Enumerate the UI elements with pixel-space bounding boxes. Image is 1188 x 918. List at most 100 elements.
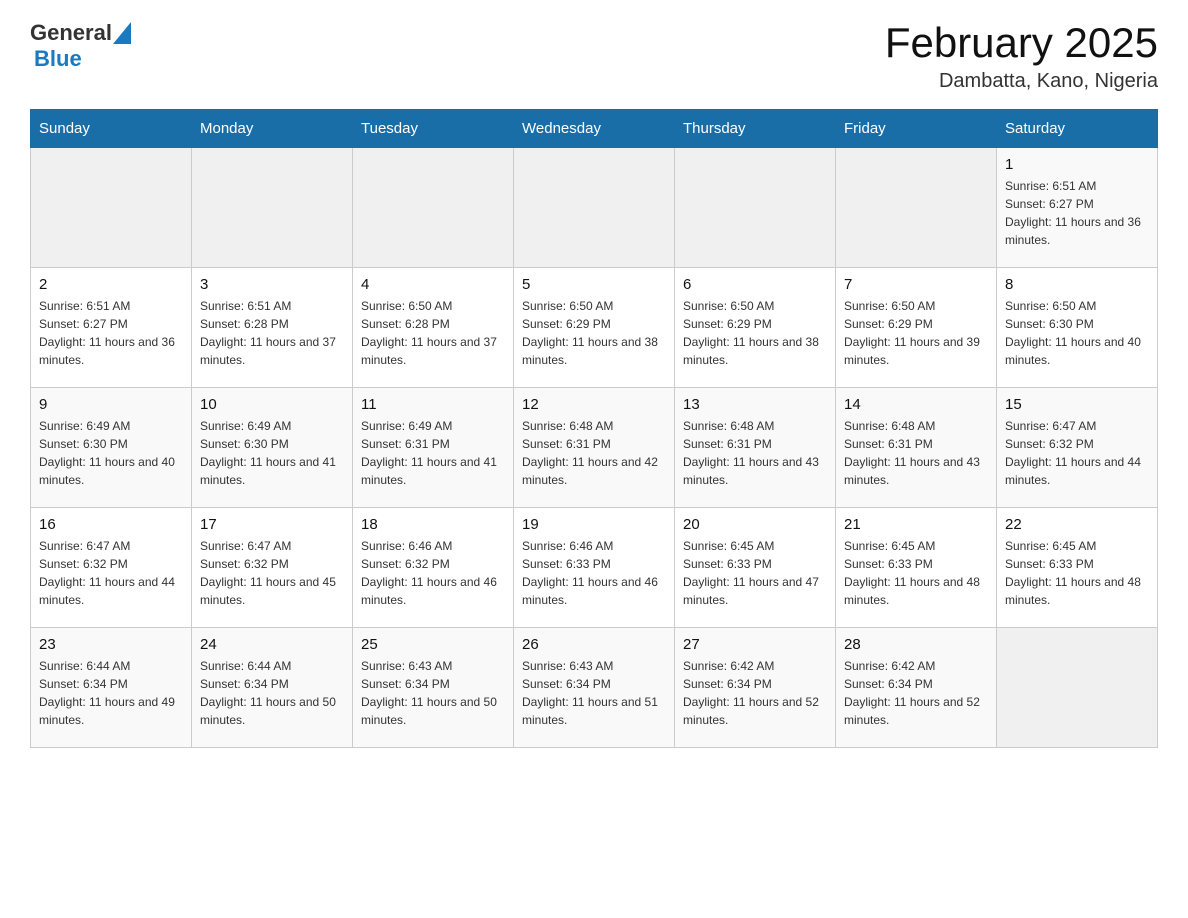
day-number: 17 (200, 516, 344, 533)
day-info: Sunrise: 6:48 AMSunset: 6:31 PMDaylight:… (683, 417, 827, 489)
calendar-cell: 4 Sunrise: 6:50 AMSunset: 6:28 PMDaylight… (353, 268, 514, 388)
day-info: Sunrise: 6:49 AMSunset: 6:30 PMDaylight:… (200, 417, 344, 489)
day-number: 26 (522, 636, 666, 653)
calendar-cell: 28 Sunrise: 6:42 AMSunset: 6:34 PMDayligh… (836, 628, 997, 748)
logo-general-text: General (30, 20, 112, 46)
day-number: 14 (844, 396, 988, 413)
page-header: General Blue February 2025 Dambatta, Kan… (30, 20, 1158, 93)
header-monday: Monday (192, 110, 353, 148)
day-info: Sunrise: 6:47 AMSunset: 6:32 PMDaylight:… (1005, 417, 1149, 489)
calendar-cell (997, 628, 1158, 748)
calendar-cell: 19 Sunrise: 6:46 AMSunset: 6:33 PMDayligh… (514, 508, 675, 628)
day-info: Sunrise: 6:43 AMSunset: 6:34 PMDaylight:… (522, 657, 666, 729)
day-info: Sunrise: 6:50 AMSunset: 6:30 PMDaylight:… (1005, 297, 1149, 369)
day-info: Sunrise: 6:47 AMSunset: 6:32 PMDaylight:… (200, 537, 344, 609)
day-number: 28 (844, 636, 988, 653)
day-number: 3 (200, 276, 344, 293)
calendar-cell: 2Sunrise: 6:51 AMSunset: 6:27 PMDaylight… (31, 268, 192, 388)
calendar-cell: 9 Sunrise: 6:49 AMSunset: 6:30 PMDaylight… (31, 388, 192, 508)
day-number: 8 (1005, 276, 1149, 293)
day-info: Sunrise: 6:48 AMSunset: 6:31 PMDaylight:… (844, 417, 988, 489)
header-wednesday: Wednesday (514, 110, 675, 148)
day-info: Sunrise: 6:45 AMSunset: 6:33 PMDaylight:… (1005, 537, 1149, 609)
calendar-cell: 1 Sunrise: 6:51 AMSunset: 6:27 PMDaylight… (997, 148, 1158, 268)
calendar-cell (514, 148, 675, 268)
day-info: Sunrise: 6:42 AMSunset: 6:34 PMDaylight:… (683, 657, 827, 729)
day-info: Sunrise: 6:49 AMSunset: 6:30 PMDaylight:… (39, 417, 183, 489)
calendar-cell: 27Sunrise: 6:42 AMSunset: 6:34 PMDayligh… (675, 628, 836, 748)
header-saturday: Saturday (997, 110, 1158, 148)
day-number: 20 (683, 516, 827, 533)
day-number: 18 (361, 516, 505, 533)
day-info: Sunrise: 6:50 AMSunset: 6:29 PMDaylight:… (844, 297, 988, 369)
calendar-cell: 18 Sunrise: 6:46 AMSunset: 6:32 PMDayligh… (353, 508, 514, 628)
day-number: 10 (200, 396, 344, 413)
day-info: Sunrise: 6:49 AMSunset: 6:31 PMDaylight:… (361, 417, 505, 489)
day-info: Sunrise: 6:47 AMSunset: 6:32 PMDaylight:… (39, 537, 183, 609)
calendar-cell: 22 Sunrise: 6:45 AMSunset: 6:33 PMDayligh… (997, 508, 1158, 628)
calendar-cell (353, 148, 514, 268)
calendar-cell: 8 Sunrise: 6:50 AMSunset: 6:30 PMDaylight… (997, 268, 1158, 388)
day-number: 11 (361, 396, 505, 413)
day-info: Sunrise: 6:51 AMSunset: 6:27 PMDaylight:… (1005, 177, 1149, 249)
header-thursday: Thursday (675, 110, 836, 148)
week-row-2: 2Sunrise: 6:51 AMSunset: 6:27 PMDaylight… (31, 268, 1158, 388)
calendar-cell: 23Sunrise: 6:44 AMSunset: 6:34 PMDayligh… (31, 628, 192, 748)
calendar-header: SundayMondayTuesdayWednesdayThursdayFrid… (31, 110, 1158, 148)
day-info: Sunrise: 6:44 AMSunset: 6:34 PMDaylight:… (200, 657, 344, 729)
logo-blue-text: Blue (34, 46, 82, 71)
header-sunday: Sunday (31, 110, 192, 148)
day-number: 13 (683, 396, 827, 413)
week-row-4: 16Sunrise: 6:47 AMSunset: 6:32 PMDayligh… (31, 508, 1158, 628)
logo-icon (113, 22, 131, 44)
calendar-cell (31, 148, 192, 268)
day-info: Sunrise: 6:43 AMSunset: 6:34 PMDaylight:… (361, 657, 505, 729)
day-info: Sunrise: 6:48 AMSunset: 6:31 PMDaylight:… (522, 417, 666, 489)
calendar-title: February 2025 (885, 20, 1158, 66)
day-number: 25 (361, 636, 505, 653)
day-number: 6 (683, 276, 827, 293)
day-number: 5 (522, 276, 666, 293)
day-number: 1 (1005, 156, 1149, 173)
calendar-cell: 15Sunrise: 6:47 AMSunset: 6:32 PMDayligh… (997, 388, 1158, 508)
calendar-cell: 11 Sunrise: 6:49 AMSunset: 6:31 PMDayligh… (353, 388, 514, 508)
calendar-cell: 3Sunrise: 6:51 AMSunset: 6:28 PMDaylight… (192, 268, 353, 388)
calendar-cell: 16Sunrise: 6:47 AMSunset: 6:32 PMDayligh… (31, 508, 192, 628)
header-friday: Friday (836, 110, 997, 148)
day-info: Sunrise: 6:46 AMSunset: 6:32 PMDaylight:… (361, 537, 505, 609)
calendar-cell: 25 Sunrise: 6:43 AMSunset: 6:34 PMDayligh… (353, 628, 514, 748)
week-row-3: 9 Sunrise: 6:49 AMSunset: 6:30 PMDaylight… (31, 388, 1158, 508)
day-info: Sunrise: 6:50 AMSunset: 6:29 PMDaylight:… (522, 297, 666, 369)
day-info: Sunrise: 6:45 AMSunset: 6:33 PMDaylight:… (683, 537, 827, 609)
day-number: 7 (844, 276, 988, 293)
calendar-cell: 14 Sunrise: 6:48 AMSunset: 6:31 PMDayligh… (836, 388, 997, 508)
day-info: Sunrise: 6:50 AMSunset: 6:28 PMDaylight:… (361, 297, 505, 369)
calendar-cell: 10 Sunrise: 6:49 AMSunset: 6:30 PMDayligh… (192, 388, 353, 508)
calendar-cell: 26 Sunrise: 6:43 AMSunset: 6:34 PMDayligh… (514, 628, 675, 748)
day-info: Sunrise: 6:46 AMSunset: 6:33 PMDaylight:… (522, 537, 666, 609)
day-number: 23 (39, 636, 183, 653)
calendar-cell: 20 Sunrise: 6:45 AMSunset: 6:33 PMDayligh… (675, 508, 836, 628)
week-row-1: 1 Sunrise: 6:51 AMSunset: 6:27 PMDaylight… (31, 148, 1158, 268)
calendar-subtitle: Dambatta, Kano, Nigeria (885, 70, 1158, 93)
title-area: February 2025 Dambatta, Kano, Nigeria (885, 20, 1158, 93)
day-info: Sunrise: 6:42 AMSunset: 6:34 PMDaylight:… (844, 657, 988, 729)
day-info: Sunrise: 6:51 AMSunset: 6:27 PMDaylight:… (39, 297, 183, 369)
calendar-cell: 5 Sunrise: 6:50 AMSunset: 6:29 PMDaylight… (514, 268, 675, 388)
day-number: 21 (844, 516, 988, 533)
day-number: 9 (39, 396, 183, 413)
day-number: 22 (1005, 516, 1149, 533)
day-number: 4 (361, 276, 505, 293)
header-row: SundayMondayTuesdayWednesdayThursdayFrid… (31, 110, 1158, 148)
day-number: 19 (522, 516, 666, 533)
calendar-cell (836, 148, 997, 268)
calendar-cell (192, 148, 353, 268)
calendar-cell: 13 Sunrise: 6:48 AMSunset: 6:31 PMDayligh… (675, 388, 836, 508)
calendar-cell: 6 Sunrise: 6:50 AMSunset: 6:29 PMDaylight… (675, 268, 836, 388)
calendar-cell: 12 Sunrise: 6:48 AMSunset: 6:31 PMDayligh… (514, 388, 675, 508)
header-tuesday: Tuesday (353, 110, 514, 148)
calendar-cell: 17 Sunrise: 6:47 AMSunset: 6:32 PMDayligh… (192, 508, 353, 628)
day-number: 12 (522, 396, 666, 413)
day-info: Sunrise: 6:50 AMSunset: 6:29 PMDaylight:… (683, 297, 827, 369)
calendar-body: 1 Sunrise: 6:51 AMSunset: 6:27 PMDaylight… (31, 148, 1158, 748)
